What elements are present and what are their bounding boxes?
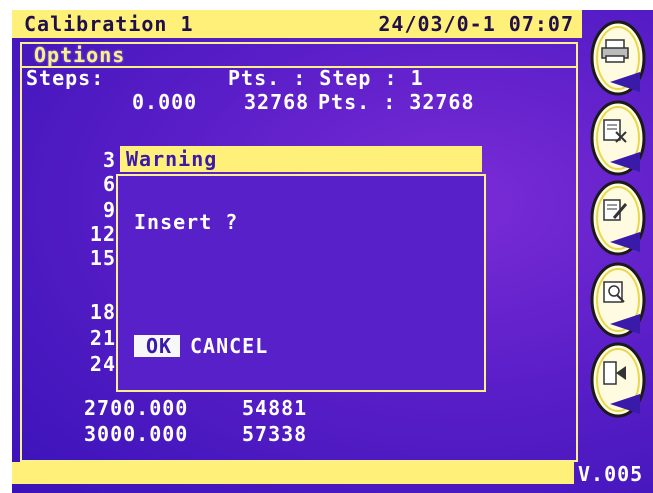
- first-row-value: 0.000: [132, 90, 198, 114]
- table-row-pts: 57338: [242, 422, 308, 446]
- dialog-message: Insert ?: [134, 210, 239, 234]
- partial-row-value: 3: [102, 148, 116, 172]
- partial-row-value: 6: [102, 172, 116, 196]
- partial-row-value: 24: [89, 352, 116, 376]
- search-softkey[interactable]: [580, 260, 650, 340]
- print-softkey[interactable]: [580, 18, 650, 98]
- partial-row-value: 18: [89, 300, 116, 324]
- table-row-pts: 54881: [242, 396, 308, 420]
- search-doc-icon: [603, 281, 625, 303]
- partial-row-value: 15: [89, 246, 116, 270]
- table-row-value: 3000.000: [84, 422, 189, 446]
- pts-step-label: Pts. : Step : 1: [228, 66, 424, 90]
- title-bar: Calibration 1 24/03/0-1 07:07: [12, 10, 582, 38]
- datetime-display: 24/03/0-1 07:07: [378, 12, 574, 36]
- dialog-title-bar: Warning: [120, 146, 482, 172]
- first-row-pts: 32768: [244, 90, 310, 114]
- options-label: Options: [34, 43, 126, 67]
- app-title: Calibration 1: [24, 12, 194, 36]
- cancel-button[interactable]: CANCEL: [190, 335, 268, 357]
- version-label: V.005: [578, 462, 644, 486]
- dialog-title: Warning: [126, 147, 218, 171]
- steps-label: Steps:: [26, 66, 105, 90]
- partial-row-value: 21: [89, 326, 116, 350]
- first-row-pts-label: Pts. : 32768: [318, 90, 475, 114]
- partial-row-value: 9: [102, 198, 116, 222]
- options-bar[interactable]: Options: [20, 42, 578, 66]
- ok-button[interactable]: OK: [134, 335, 180, 357]
- status-bar: [12, 462, 574, 484]
- table-row-value: 2700.000: [84, 396, 189, 420]
- printer-icon: [601, 39, 629, 63]
- delete-softkey[interactable]: [580, 98, 650, 178]
- exit-softkey[interactable]: [580, 340, 650, 420]
- partial-row-value: 12: [89, 222, 116, 246]
- warning-dialog: [116, 174, 486, 392]
- edit-softkey[interactable]: [580, 178, 650, 258]
- device-screen: Calibration 1 24/03/0-1 07:07 Options St…: [12, 10, 653, 493]
